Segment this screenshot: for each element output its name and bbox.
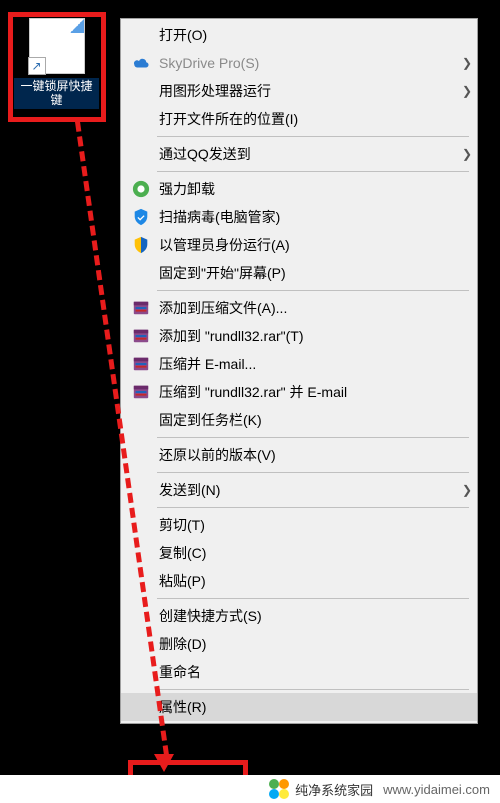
- blank-icon: [129, 478, 153, 502]
- annotation-arrow-head: [154, 754, 174, 772]
- menu-item-label: 剪切(T): [153, 515, 477, 535]
- menu-item[interactable]: 打开文件所在的位置(I): [121, 105, 477, 133]
- blank-icon: [129, 107, 153, 131]
- menu-item-label: 打开文件所在的位置(I): [153, 109, 477, 129]
- chevron-right-icon: ❯: [457, 147, 477, 161]
- desktop-shortcut-label: 一键锁屏快捷键: [14, 78, 99, 109]
- menu-item[interactable]: 扫描病毒(电脑管家): [121, 203, 477, 231]
- rar-icon: [129, 296, 153, 320]
- rar-icon: [129, 324, 153, 348]
- menu-separator: [157, 507, 469, 508]
- menu-item[interactable]: 用图形处理器运行❯: [121, 77, 477, 105]
- menu-item[interactable]: 删除(D): [121, 630, 477, 658]
- menu-separator: [157, 290, 469, 291]
- menu-separator: [157, 171, 469, 172]
- menu-item[interactable]: 通过QQ发送到❯: [121, 140, 477, 168]
- rar-icon: [129, 380, 153, 404]
- menu-item-label: 通过QQ发送到: [153, 144, 457, 164]
- menu-item-label: 用图形处理器运行: [153, 81, 457, 101]
- menu-item-label: 复制(C): [153, 543, 477, 563]
- menu-item[interactable]: 粘贴(P): [121, 567, 477, 595]
- rar-icon: [129, 352, 153, 376]
- menu-item-label: 固定到"开始"屏幕(P): [153, 263, 477, 283]
- menu-item[interactable]: 压缩并 E-mail...: [121, 350, 477, 378]
- scan-icon: [129, 205, 153, 229]
- menu-item-label: SkyDrive Pro(S): [153, 55, 457, 71]
- blank-icon: [129, 23, 153, 47]
- watermark-brand: 纯净系统家园: [295, 780, 373, 799]
- menu-item-label: 固定到任务栏(K): [153, 410, 477, 430]
- menu-item-label: 还原以前的版本(V): [153, 445, 477, 465]
- menu-item[interactable]: 还原以前的版本(V): [121, 441, 477, 469]
- blank-icon: [129, 79, 153, 103]
- blank-icon: [129, 261, 153, 285]
- menu-separator: [157, 598, 469, 599]
- menu-item[interactable]: 固定到"开始"屏幕(P): [121, 259, 477, 287]
- menu-item-label: 属性(R): [153, 697, 477, 717]
- blank-icon: [129, 632, 153, 656]
- menu-item-label: 打开(O): [153, 25, 477, 45]
- menu-item-label: 发送到(N): [153, 480, 457, 500]
- shield-icon: [129, 233, 153, 257]
- watermark-logo: [269, 779, 289, 799]
- menu-item-label: 以管理员身份运行(A): [153, 235, 477, 255]
- blank-icon: [129, 443, 153, 467]
- menu-item[interactable]: SkyDrive Pro(S)❯: [121, 49, 477, 77]
- menu-item[interactable]: 添加到压缩文件(A)...: [121, 294, 477, 322]
- menu-item[interactable]: 固定到任务栏(K): [121, 406, 477, 434]
- menu-item-label: 强力卸载: [153, 179, 477, 199]
- chevron-right-icon: ❯: [457, 84, 477, 98]
- chevron-right-icon: ❯: [457, 56, 477, 70]
- menu-item[interactable]: 添加到 "rundll32.rar"(T): [121, 322, 477, 350]
- menu-item[interactable]: 压缩到 "rundll32.rar" 并 E-mail: [121, 378, 477, 406]
- menu-item[interactable]: 复制(C): [121, 539, 477, 567]
- blank-icon: [129, 513, 153, 537]
- menu-item[interactable]: 重命名: [121, 658, 477, 686]
- menu-item-label: 创建快捷方式(S): [153, 606, 477, 626]
- desktop-shortcut[interactable]: ↗ 一键锁屏快捷键: [14, 18, 99, 109]
- blank-icon: [129, 569, 153, 593]
- blank-icon: [129, 408, 153, 432]
- menu-item-label: 扫描病毒(电脑管家): [153, 207, 477, 227]
- menu-item-label: 重命名: [153, 662, 477, 682]
- menu-separator: [157, 472, 469, 473]
- blank-icon: [129, 604, 153, 628]
- menu-item[interactable]: 属性(R): [121, 693, 477, 721]
- blank-icon: [129, 142, 153, 166]
- menu-item[interactable]: 创建快捷方式(S): [121, 602, 477, 630]
- menu-item-label: 删除(D): [153, 634, 477, 654]
- menu-item[interactable]: 打开(O): [121, 21, 477, 49]
- watermark-url: www.yidaimei.com: [383, 782, 490, 797]
- menu-item[interactable]: 发送到(N)❯: [121, 476, 477, 504]
- context-menu: 打开(O)SkyDrive Pro(S)❯用图形处理器运行❯打开文件所在的位置(…: [120, 18, 478, 724]
- menu-item-label: 添加到压缩文件(A)...: [153, 298, 477, 318]
- blank-icon: [129, 695, 153, 719]
- menu-separator: [157, 136, 469, 137]
- menu-item-label: 压缩并 E-mail...: [153, 354, 477, 374]
- menu-item[interactable]: 强力卸载: [121, 175, 477, 203]
- shortcut-badge: ↗: [28, 57, 46, 75]
- blank-icon: [129, 541, 153, 565]
- menu-item-label: 压缩到 "rundll32.rar" 并 E-mail: [153, 382, 477, 402]
- file-icon: ↗: [29, 18, 85, 74]
- watermark-footer: 纯净系统家园 www.yidaimei.com: [0, 775, 500, 803]
- menu-separator: [157, 689, 469, 690]
- menu-separator: [157, 437, 469, 438]
- menu-item-label: 添加到 "rundll32.rar"(T): [153, 326, 477, 346]
- menu-item[interactable]: 剪切(T): [121, 511, 477, 539]
- menu-item-label: 粘贴(P): [153, 571, 477, 591]
- blank-icon: [129, 660, 153, 684]
- uninstall-icon: [129, 177, 153, 201]
- cloud-icon: [129, 51, 153, 75]
- menu-item[interactable]: 以管理员身份运行(A): [121, 231, 477, 259]
- chevron-right-icon: ❯: [457, 483, 477, 497]
